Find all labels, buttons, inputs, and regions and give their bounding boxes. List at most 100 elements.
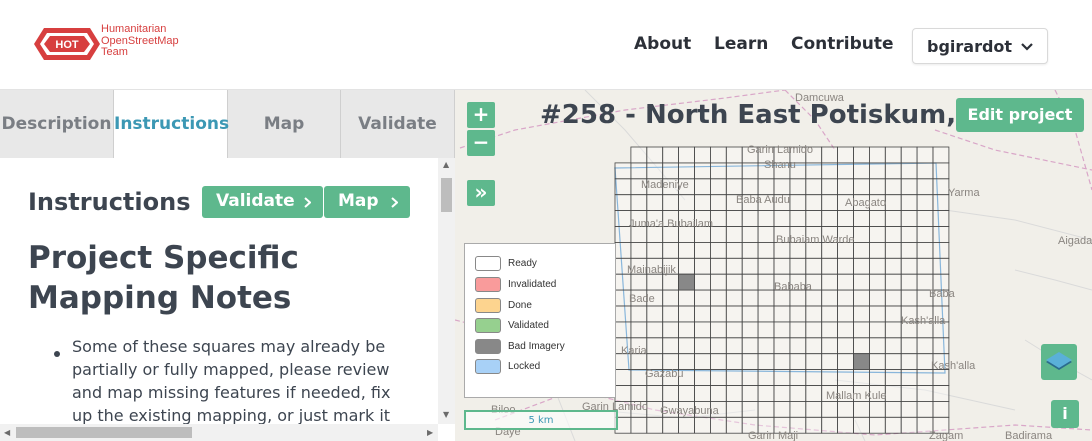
task-cell[interactable] <box>757 210 775 227</box>
map-view[interactable]: Damcuwa Garin Lamido Shanu Madeniye Baba… <box>455 90 1092 441</box>
task-cell[interactable] <box>884 257 902 275</box>
task-cell[interactable] <box>916 162 934 180</box>
task-cell[interactable] <box>709 146 727 164</box>
task-cell[interactable] <box>694 289 711 307</box>
task-cell[interactable] <box>757 353 775 371</box>
task-cell[interactable] <box>932 337 950 355</box>
task-cell[interactable] <box>884 353 902 371</box>
task-cell[interactable] <box>725 416 743 434</box>
task-cell[interactable] <box>678 305 695 323</box>
task-cell[interactable] <box>853 321 870 339</box>
task-cell[interactable] <box>694 337 711 355</box>
zoom-out-button[interactable]: − <box>467 130 495 156</box>
task-cell[interactable] <box>900 400 918 418</box>
task-cell[interactable] <box>868 241 886 259</box>
task-cell[interactable] <box>900 210 918 227</box>
task-cell[interactable] <box>821 210 839 227</box>
task-cell[interactable] <box>900 337 918 355</box>
task-cell[interactable] <box>789 194 807 211</box>
task-cell[interactable] <box>646 241 664 259</box>
task-cell[interactable] <box>662 273 679 291</box>
task-cell[interactable] <box>805 353 823 371</box>
task-cell[interactable] <box>884 210 902 227</box>
task-cell[interactable] <box>757 337 775 355</box>
task-cell[interactable] <box>932 241 950 259</box>
task-cell[interactable] <box>868 369 886 386</box>
task-cell[interactable] <box>900 416 918 434</box>
task-cell[interactable] <box>709 369 727 386</box>
task-cell[interactable] <box>757 385 775 402</box>
task-cell[interactable] <box>853 416 870 434</box>
task-cell[interactable] <box>853 400 870 418</box>
task-cell[interactable] <box>741 257 759 275</box>
task-cell[interactable] <box>725 146 743 164</box>
task-cell[interactable] <box>884 305 902 323</box>
task-cell[interactable] <box>662 146 679 164</box>
task-cell[interactable] <box>773 257 791 275</box>
task-cell[interactable] <box>837 337 854 355</box>
task-cell[interactable] <box>900 289 918 307</box>
task-cell[interactable] <box>837 162 854 180</box>
task-cell[interactable] <box>694 194 711 211</box>
task-cell[interactable] <box>853 210 870 227</box>
task-cell[interactable] <box>709 385 727 402</box>
task-cell[interactable] <box>837 305 854 323</box>
task-cell[interactable] <box>741 369 759 386</box>
task-cell[interactable] <box>900 257 918 275</box>
task-cell[interactable] <box>662 194 679 211</box>
task-cell[interactable] <box>900 241 918 259</box>
task-cell[interactable] <box>646 385 664 402</box>
task-cell[interactable] <box>662 321 679 339</box>
scroll-down-arrow-icon[interactable]: ▼ <box>443 410 449 419</box>
task-cell[interactable] <box>853 146 870 164</box>
task-cell[interactable] <box>694 305 711 323</box>
nav-about[interactable]: About <box>634 34 691 54</box>
logo-wordmark[interactable]: Humanitarian OpenStreetMap Team <box>101 23 179 59</box>
task-cell[interactable] <box>884 241 902 259</box>
task-cell[interactable] <box>614 305 632 323</box>
task-cell[interactable] <box>900 385 918 402</box>
task-cell[interactable] <box>741 178 759 196</box>
task-cell[interactable] <box>741 241 759 259</box>
task-cell[interactable] <box>884 337 902 355</box>
task-cell[interactable] <box>773 385 791 402</box>
task-cell[interactable] <box>725 321 743 339</box>
task-cell[interactable] <box>725 337 743 355</box>
task-cell[interactable] <box>916 337 934 355</box>
task-cell[interactable] <box>709 257 727 275</box>
task-cell[interactable] <box>932 226 950 243</box>
task-cell[interactable] <box>900 146 918 164</box>
task-cell[interactable] <box>837 146 854 164</box>
task-cell[interactable] <box>678 337 695 355</box>
task-cell[interactable] <box>773 369 791 386</box>
nav-contribute[interactable]: Contribute <box>791 34 894 54</box>
task-cell[interactable] <box>678 321 695 339</box>
task-cell[interactable] <box>725 400 743 418</box>
task-cell[interactable] <box>678 241 695 259</box>
task-cell[interactable] <box>821 289 839 307</box>
task-cell[interactable] <box>678 146 695 164</box>
task-cell[interactable] <box>821 353 839 371</box>
task-cell[interactable] <box>694 241 711 259</box>
task-cell[interactable] <box>630 385 648 402</box>
task-cell[interactable] <box>709 194 727 211</box>
task-cell[interactable] <box>789 305 807 323</box>
task-cell[interactable] <box>725 273 743 291</box>
task-cell[interactable] <box>662 241 679 259</box>
edit-project-button[interactable]: Edit project <box>956 98 1084 132</box>
task-cell[interactable] <box>741 385 759 402</box>
task-cell[interactable] <box>741 273 759 291</box>
task-cell[interactable] <box>646 194 664 211</box>
task-cell[interactable] <box>853 305 870 323</box>
task-cell[interactable] <box>725 305 743 323</box>
task-cell[interactable] <box>646 305 664 323</box>
task-cell[interactable] <box>932 146 950 164</box>
task-cell[interactable] <box>932 162 950 180</box>
task-cell[interactable] <box>932 385 950 402</box>
task-cell[interactable] <box>868 178 886 196</box>
task-cell[interactable] <box>916 194 934 211</box>
task-cell[interactable] <box>868 289 886 307</box>
task-cell[interactable] <box>884 400 902 418</box>
task-cell[interactable] <box>805 400 823 418</box>
task-cell[interactable] <box>773 305 791 323</box>
